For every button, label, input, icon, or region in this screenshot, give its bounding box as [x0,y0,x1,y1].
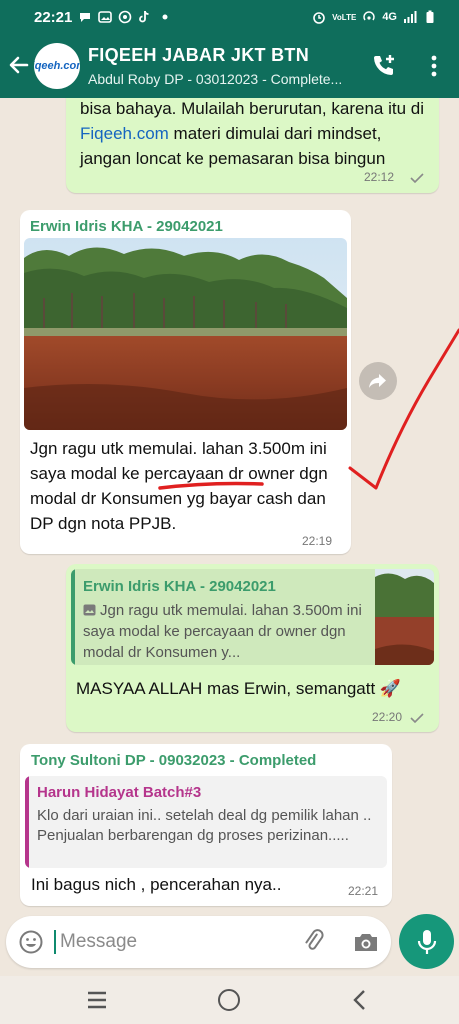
message-time: 22:12 [364,170,395,184]
recent-apps-icon[interactable] [86,990,108,1010]
network-label: 4G [382,11,397,23]
message-time: 22:21 [348,884,379,898]
avatar-logo-text: fiqeeh.com [34,60,80,72]
quote-thumbnail [375,569,434,665]
dot-icon [162,14,168,20]
message-text: Jgn ragu utk memulai. lahan 3.500m ini s… [30,439,328,533]
message-time: 22:20 [372,710,403,724]
quote-sender: Harun Hidayat Batch#3 [37,784,202,801]
notification-icons [78,10,172,24]
more-vert-icon[interactable] [424,52,444,80]
quoted-message[interactable]: Erwin Idris KHA - 29042021 Jgn ragu utk … [71,569,434,665]
message-sender: Tony Sultoni DP - 09032023 - Completed [31,752,317,769]
group-members-subtitle[interactable]: Abdul Roby DP - 03012023 - Complete... [88,71,358,87]
status-bar: 22:21 VoLTE 4G [0,0,459,36]
chat-notification-icon [80,13,90,22]
hotspot-icon [363,11,376,21]
quote-text: Jgn ragu utk memulai. lahan 3.500m ini s… [83,600,368,663]
quoted-message[interactable]: Harun Hidayat Batch#3 Klo dari uraian in… [25,776,387,868]
quote-text-content: Jgn ragu utk memulai. lahan 3.500m ini s… [83,602,362,661]
message-bubble-incoming[interactable]: Erwin Idris KHA - 29042021 Jgn ragu utk … [20,210,351,554]
alarm-icon [313,12,325,24]
voice-record-button[interactable] [399,914,454,969]
sent-check-icon [410,713,424,724]
volte-label: VoLTE [332,12,357,22]
home-icon[interactable] [218,989,240,1011]
message-bubble-incoming[interactable]: Tony Sultoni DP - 09032023 - Completed H… [20,744,392,906]
quote-text: Klo dari uraian ini.. setelah deal dg pe… [37,807,372,844]
land-photo[interactable] [24,238,347,430]
system-status-icons: VoLTE 4G [312,10,437,24]
paperclip-icon[interactable] [302,929,328,955]
whatsapp-notification-icon [118,10,132,24]
land-photo-image [24,238,347,430]
system-navigation-bar [0,976,459,1024]
camera-icon[interactable] [352,929,380,955]
message-sender: Erwin Idris KHA - 29042021 [30,218,223,235]
nav-back-icon[interactable] [350,988,370,1012]
forward-icon [369,374,386,388]
chat-header: fiqeeh.com FIQEEH JABAR JKT BTN Abdul Ro… [0,36,459,98]
quote-thumbnail-image [375,569,434,665]
forward-button[interactable] [359,362,397,400]
message-link[interactable]: Fiqeeh.com [80,124,169,143]
mic-icon [417,929,436,954]
photo-icon [83,604,96,616]
group-avatar[interactable]: fiqeeh.com [34,43,80,89]
message-text-part: bisa bahaya. Mulailah berurutan, karena … [80,99,424,118]
chat-messages[interactable]: bisa bahaya. Mulailah berurutan, karena … [0,98,459,920]
signal-icon [404,11,417,23]
gallery-notification-icon [98,11,112,23]
group-title[interactable]: FIQEEH JABAR JKT BTN [88,45,309,66]
message-compose-bar [6,916,391,968]
sent-check-icon [410,173,424,184]
battery-icon [426,10,434,23]
message-text: bisa bahaya. Mulailah berurutan, karena … [80,98,425,171]
add-call-icon[interactable] [370,52,398,80]
message-text: MASYAA ALLAH mas Erwin, semangatt 🚀 [76,679,402,698]
message-input[interactable] [60,926,290,958]
emoji-icon[interactable] [18,929,44,955]
quote-accent-bar [25,776,29,868]
status-time: 22:21 [34,9,73,26]
quote-sender: Erwin Idris KHA - 29042021 [83,578,276,595]
message-bubble-outgoing[interactable]: bisa bahaya. Mulailah berurutan, karena … [66,98,439,193]
message-time: 22:19 [302,534,333,548]
text-cursor [54,930,56,954]
tiktok-notification-icon [139,10,149,23]
quote-accent-bar [71,569,75,665]
message-bubble-outgoing[interactable]: Erwin Idris KHA - 29042021 Jgn ragu utk … [66,564,439,732]
message-text: Ini bagus nich , pencerahan nya.. [31,875,282,894]
arrow-left-icon[interactable] [6,52,32,78]
